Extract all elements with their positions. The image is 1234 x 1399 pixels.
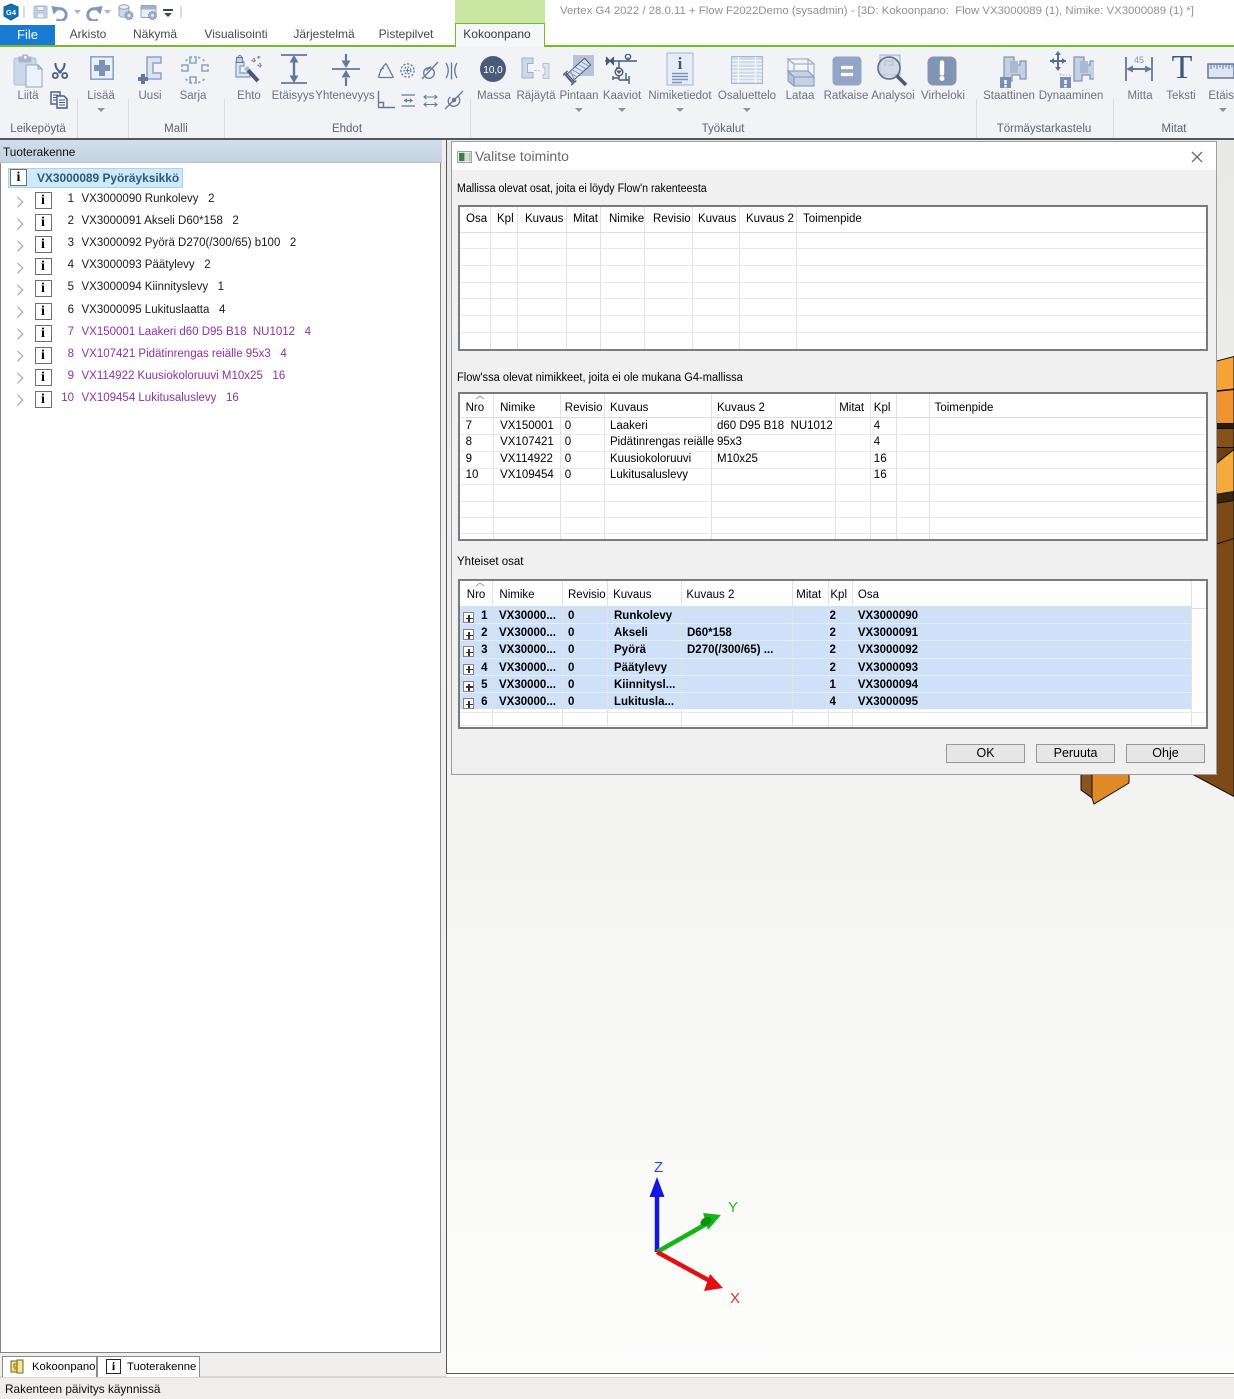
svg-text:Y: Y bbox=[728, 1199, 738, 1216]
svg-text:45: 45 bbox=[1134, 55, 1144, 65]
svg-text:Z: Z bbox=[654, 1159, 663, 1176]
svg-text:i: i bbox=[678, 54, 683, 73]
svg-text:G4: G4 bbox=[6, 8, 17, 17]
svg-text:X: X bbox=[730, 1290, 740, 1307]
svg-text:10,0: 10,0 bbox=[483, 65, 503, 76]
